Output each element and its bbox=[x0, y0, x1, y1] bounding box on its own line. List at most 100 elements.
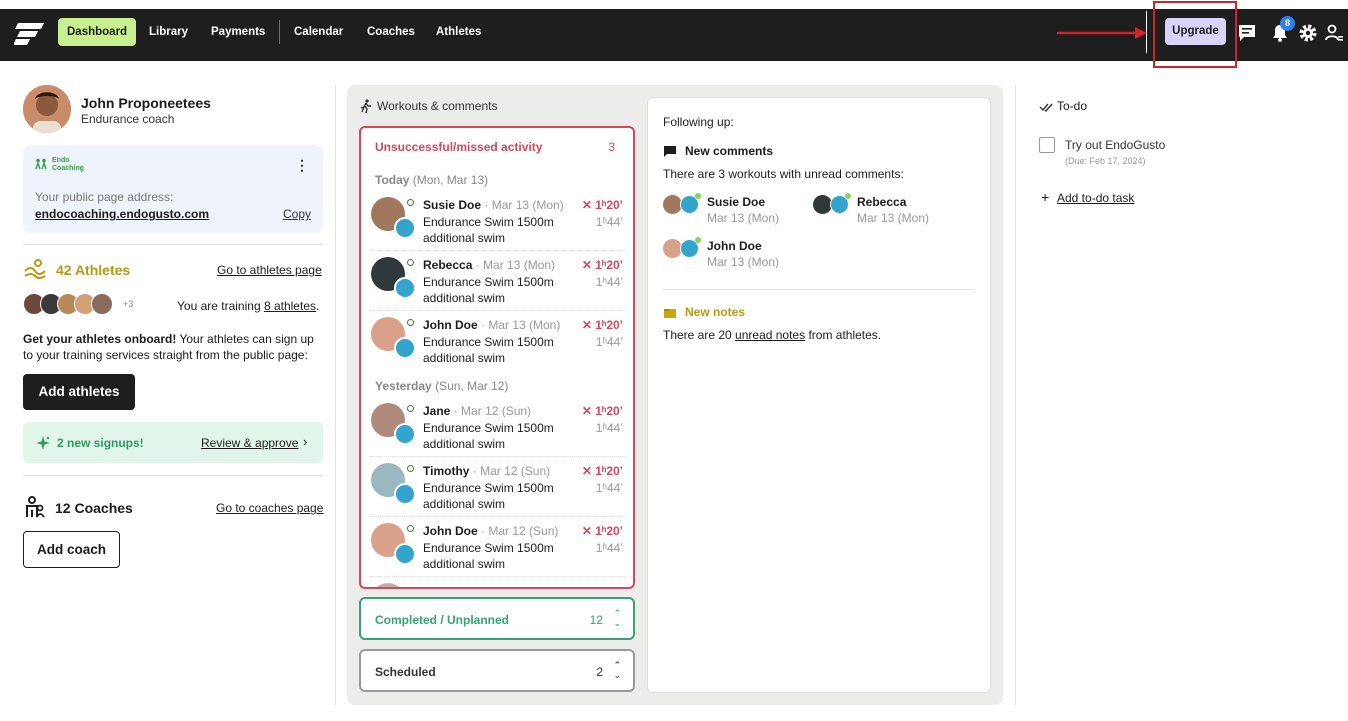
activity-description: Endurance Swim 1500m additional swim bbox=[423, 481, 554, 511]
user-settings-icon[interactable] bbox=[1324, 23, 1344, 43]
add-todo-link[interactable]: Add to-do task bbox=[1057, 191, 1134, 205]
nav-library[interactable]: Library bbox=[140, 18, 197, 46]
activity-date: · Mar 13 (Mon) bbox=[472, 258, 556, 272]
more-options-icon[interactable]: ⋮ bbox=[295, 157, 309, 174]
activity-duration: ✕ 1ʰ20’ bbox=[581, 464, 623, 478]
unread-notes-link[interactable]: unread notes bbox=[735, 328, 805, 342]
app-logo-icon[interactable] bbox=[14, 21, 46, 47]
nav-calendar[interactable]: Calendar bbox=[285, 18, 352, 46]
comment-date: Mar 13 (Mon) bbox=[707, 211, 780, 225]
activity-item-partial[interactable] bbox=[361, 576, 633, 587]
activity-duration: ✕ 1ʰ20’ bbox=[581, 318, 623, 332]
status-dot bbox=[845, 193, 851, 199]
activity-item[interactable]: John Doe · Mar 13 (Mon) Endurance Swim 1… bbox=[361, 310, 633, 371]
column-divider bbox=[1015, 85, 1016, 705]
note-icon bbox=[664, 309, 676, 318]
add-coach-button[interactable]: Add coach bbox=[23, 531, 120, 568]
add-athletes-button[interactable]: Add athletes bbox=[23, 374, 135, 410]
activity-item[interactable]: John Doe · Mar 12 (Sun) Endurance Swim 1… bbox=[361, 516, 633, 577]
activity-duration: ✕ 1ʰ20’ bbox=[581, 198, 623, 212]
athlete-avatar[interactable] bbox=[91, 293, 113, 315]
activity-description: Endurance Swim 1500m additional swim bbox=[423, 275, 554, 305]
athlete-name: Rebecca bbox=[423, 258, 473, 272]
runner-icon bbox=[360, 99, 371, 113]
activity-item[interactable]: Susie Doe · Mar 13 (Mon) Endurance Swim … bbox=[361, 191, 633, 251]
commenter-item[interactable]: John Doe Mar 13 (Mon) bbox=[663, 237, 813, 273]
copy-url-link[interactable]: Copy bbox=[283, 207, 311, 221]
commenter-item[interactable]: Rebecca Mar 13 (Mon) bbox=[813, 193, 963, 229]
missed-activity-title[interactable]: Unsuccessful/missed activity bbox=[375, 140, 542, 154]
missed-activity-count: 3 bbox=[608, 140, 615, 154]
chat-icon[interactable] bbox=[1237, 23, 1257, 43]
completed-unplanned-section[interactable]: Completed / Unplanned 12 ⌃ ⌄ bbox=[359, 597, 635, 640]
following-up-title: Following up: bbox=[663, 115, 734, 129]
swim-icon bbox=[394, 217, 416, 239]
status-dot bbox=[695, 237, 701, 243]
profile-avatar[interactable] bbox=[23, 85, 71, 133]
new-notes-heading: New notes bbox=[685, 305, 746, 319]
following-up-card: Following up: New comments There are 3 w… bbox=[647, 97, 991, 693]
scheduled-section[interactable]: Scheduled 2 ⌃ ⌄ bbox=[359, 649, 635, 692]
activity-description: Endurance Swim 1500m additional swim bbox=[423, 421, 554, 451]
comment-date: Mar 13 (Mon) bbox=[707, 255, 780, 269]
activity-item[interactable]: Rebecca · Mar 13 (Mon) Endurance Swim 15… bbox=[361, 250, 633, 311]
review-approve-link[interactable]: Review & approve bbox=[201, 436, 298, 450]
day-label: Today (Mon, Mar 13) bbox=[375, 173, 489, 187]
chevron-right-icon: › bbox=[303, 434, 308, 449]
nav-athletes[interactable]: Athletes bbox=[427, 18, 490, 46]
plus-icon[interactable]: + bbox=[1041, 189, 1049, 205]
activity-item[interactable]: Timothy · Mar 12 (Sun) Endurance Swim 15… bbox=[361, 456, 633, 517]
athlete-name: John Doe bbox=[423, 318, 478, 332]
swim-icon bbox=[394, 483, 416, 505]
activity-date: · Mar 12 (Sun) bbox=[469, 464, 551, 478]
public-page-url[interactable]: endocoaching.endogusto.com bbox=[35, 207, 209, 221]
activity-description: Endurance Swim 1500m additional swim bbox=[423, 215, 554, 245]
planned-duration: 1ʰ44’ bbox=[595, 275, 623, 289]
coaches-count: 12 Coaches bbox=[55, 500, 133, 516]
workouts-title: Workouts & comments bbox=[377, 99, 498, 113]
activity-description: Endurance Swim 1500m additional swim bbox=[423, 335, 554, 365]
nav-coaches[interactable]: Coaches bbox=[358, 18, 424, 46]
commenter-name: Rebecca bbox=[857, 195, 907, 209]
upgrade-button[interactable]: Upgrade bbox=[1165, 18, 1226, 45]
nav-dashboard[interactable]: Dashboard bbox=[58, 18, 137, 46]
go-to-athletes-link[interactable]: Go to athletes page bbox=[217, 263, 322, 277]
go-to-coaches-link[interactable]: Go to coaches page bbox=[216, 501, 323, 515]
training-athletes-link[interactable]: 8 athletes bbox=[264, 299, 316, 313]
planned-duration: 1ʰ44’ bbox=[595, 481, 623, 495]
swim-icon bbox=[394, 423, 416, 445]
signup-banner[interactable]: 2 new signups! Review & approve › bbox=[23, 422, 323, 463]
gear-icon[interactable] bbox=[1298, 23, 1318, 43]
status-dot bbox=[407, 259, 414, 266]
comment-date: Mar 13 (Mon) bbox=[857, 211, 930, 225]
swim-icon bbox=[394, 543, 416, 565]
swim-icon bbox=[394, 337, 416, 359]
status-dot bbox=[407, 525, 414, 532]
double-check-icon bbox=[1039, 103, 1053, 112]
completed-title: Completed / Unplanned bbox=[375, 613, 510, 627]
todo-checkbox[interactable] bbox=[1039, 137, 1055, 153]
todo-title: To-do bbox=[1057, 99, 1088, 113]
planned-duration: 1ʰ44’ bbox=[595, 541, 623, 555]
nav-divider bbox=[279, 20, 280, 44]
new-comments-heading: New comments bbox=[685, 144, 774, 158]
activity-item[interactable]: Jane · Mar 12 (Sun) Endurance Swim 1500m… bbox=[361, 397, 633, 457]
commenter-name: John Doe bbox=[707, 239, 762, 253]
annotation-arrow-icon bbox=[1057, 27, 1147, 39]
commenter-item[interactable]: Susie Doe Mar 13 (Mon) bbox=[663, 193, 813, 229]
activity-description: Endurance Swim 1500m additional swim bbox=[423, 541, 554, 571]
signup-text: 2 new signups! bbox=[57, 436, 144, 450]
expand-chevron-icon[interactable]: ⌃ ⌄ bbox=[613, 660, 621, 680]
public-page-label: Your public page address: bbox=[35, 190, 174, 204]
athlete-name: Jane bbox=[423, 404, 451, 418]
activity-date: · Mar 13 (Mon) bbox=[481, 198, 564, 212]
athlete-name: John Doe bbox=[423, 524, 478, 538]
nav-payments[interactable]: Payments bbox=[202, 18, 274, 46]
expand-chevron-icon[interactable]: ⌃ ⌄ bbox=[613, 608, 621, 628]
coaching-brand-icon bbox=[35, 158, 47, 170]
swim-icon bbox=[394, 277, 416, 299]
activity-date: · Mar 12 (Sun) bbox=[450, 404, 532, 418]
completed-count: 12 bbox=[589, 613, 603, 627]
athletes-count: 42 Athletes bbox=[56, 262, 131, 278]
todo-due-date: (Due: Feb 17, 2024) bbox=[1065, 156, 1146, 166]
